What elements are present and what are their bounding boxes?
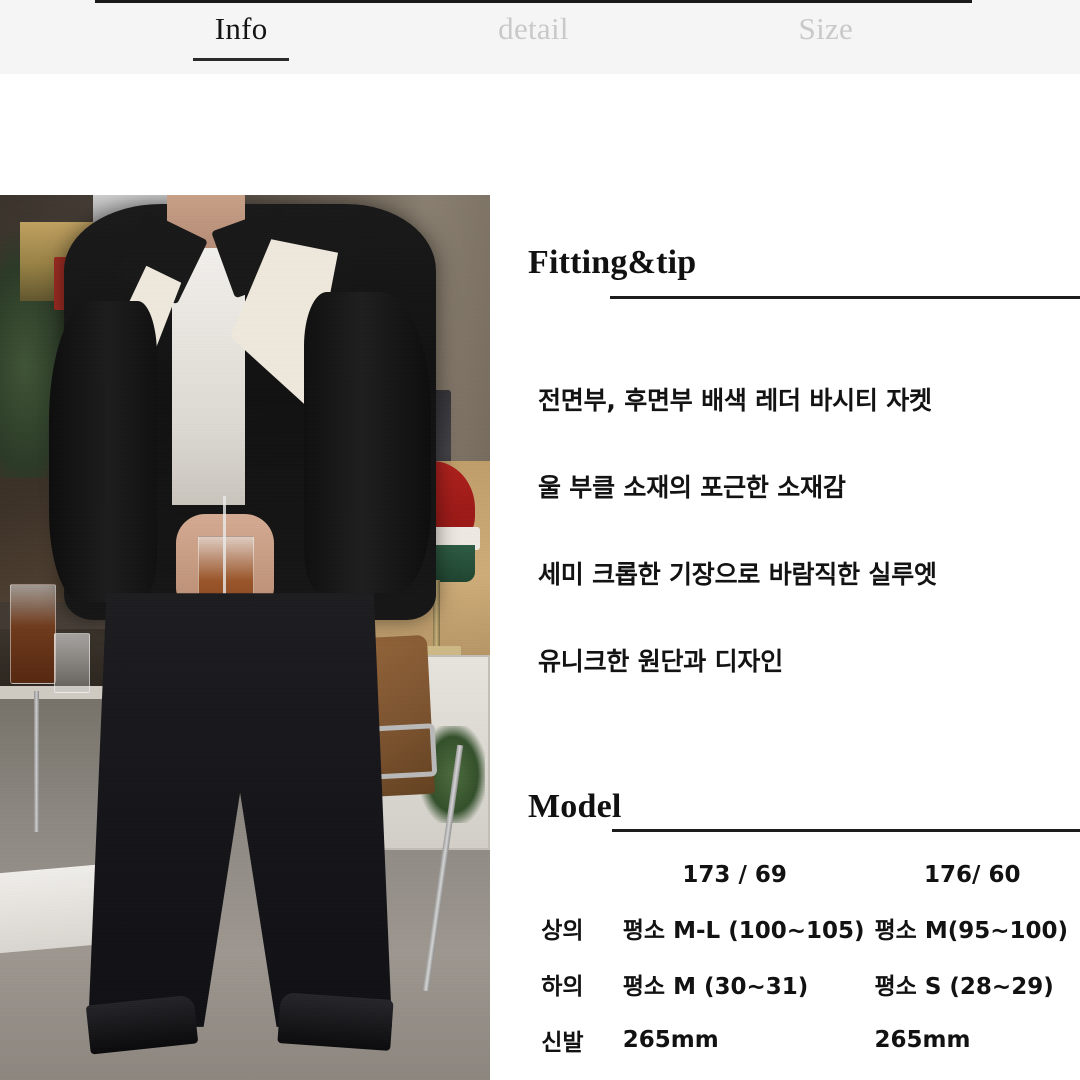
tab-detail-label: detail [498,11,569,46]
fitting-tip-list: 전면부, 후면부 배색 레더 바시티 자켓 울 부클 소재의 포근한 소재감 세… [538,363,1068,736]
row-value: 평소 S (28~29) [874,974,1054,1000]
info-panel: Fitting&tip 전면부, 후면부 배색 레더 바시티 자켓 울 부클 소… [0,74,1080,1080]
info-text-column: Fitting&tip 전면부, 후면부 배색 레더 바시티 자켓 울 부클 소… [490,74,1080,1080]
row-label: 하의 [541,974,584,1000]
fitting-tip-divider [610,296,1080,299]
product-photo-image [0,195,490,1080]
table-header-row: 173 / 69 176/ 60 [520,850,1080,900]
model-shoe-right [277,992,394,1052]
water-glass [53,633,91,693]
table-row: 상의 평소 M-L (100~105) 평소 M(95~100) [520,900,1080,956]
row-value: 265mm [622,1027,719,1053]
fitting-tip-heading: Fitting&tip [528,244,697,282]
tab-detail-indicator [485,58,581,61]
fitting-point: 세미 크롭한 기장으로 바람직한 실루엣 [538,560,937,589]
row-value: 평소 M (30~31) [622,974,809,1000]
row-value: 265mm [874,1027,971,1053]
tab-list: Info detail Size [95,0,972,74]
row-value: 평소 M-L (100~105) [622,918,865,944]
cafe-table-leg [34,690,40,833]
jacket-sleeve-right [303,292,432,594]
drink-straw [222,495,226,603]
tab-info[interactable]: Info [95,0,387,74]
tab-info-label: Info [214,11,268,46]
tab-detail[interactable]: detail [387,0,679,74]
tab-size-indicator [778,58,874,61]
table-row: 하의 평소 M (30~31) 평소 S (28~29) [520,956,1080,1012]
model-b-stats: 176/ 60 [924,862,1021,888]
row-label: 신발 [541,1030,584,1056]
model-heading: Model [528,788,622,826]
row-label: 상의 [541,918,584,944]
tab-size[interactable]: Size [680,0,972,74]
iced-drink-glass [9,584,56,684]
tab-active-indicator [193,58,290,61]
tab-bar: Info detail Size [0,0,1080,74]
table-row: 신발 265mm 265mm [520,1012,1080,1068]
model-a-stats: 173 / 69 [682,862,787,888]
model-size-table: 173 / 69 176/ 60 상의 평소 M-L (100~105) 평소 … [520,850,1080,1068]
fitting-point: 유니크한 원단과 디자인 [538,647,784,676]
tab-size-label: Size [798,11,854,46]
row-value: 평소 M(95~100) [874,918,1069,944]
model-header-blank [520,850,605,900]
jacket-sleeve-left [49,301,157,603]
model-divider [612,829,1080,832]
fitting-point: 전면부, 후면부 배색 레더 바시티 자켓 [538,386,932,415]
fitting-point: 울 부클 소재의 포근한 소재감 [538,473,846,502]
product-photo[interactable] [0,195,490,1080]
